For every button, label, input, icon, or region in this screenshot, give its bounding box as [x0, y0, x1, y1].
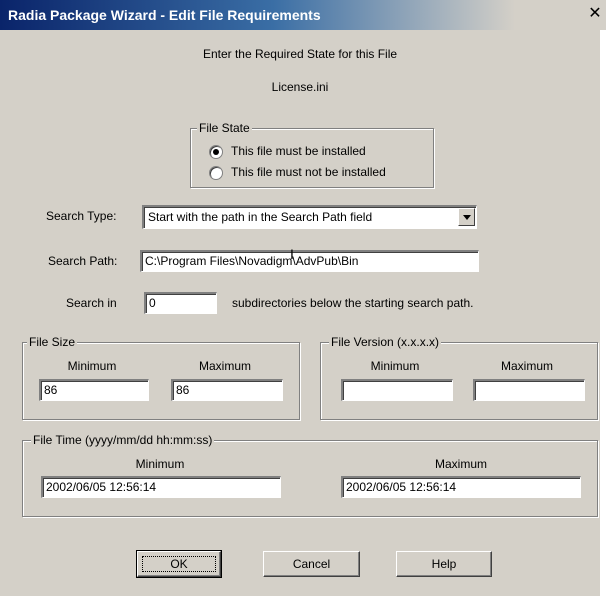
file-version-max-label: Maximum — [500, 359, 553, 373]
radio-must-be-installed[interactable] — [209, 145, 223, 159]
radio-must-not-be-installed[interactable] — [209, 166, 223, 180]
window-edge — [600, 30, 606, 596]
file-time-min-input[interactable]: 2002/06/05 12:56:14 — [41, 476, 281, 498]
file-time-min-label: Minimum — [135, 457, 185, 471]
search-depth-input[interactable]: 0 — [144, 292, 217, 314]
file-size-min-input[interactable]: 86 — [39, 379, 149, 401]
close-icon[interactable]: ✕ — [586, 4, 604, 24]
search-path-label: Search Path: — [48, 254, 118, 268]
help-button-label: Help — [431, 557, 457, 571]
file-state-group: File State This file must be installed T… — [190, 121, 434, 188]
search-type-dropdown[interactable]: Start with the path in the Search Path f… — [142, 205, 477, 229]
help-button[interactable]: Help — [396, 551, 492, 577]
file-size-group: File Size Minimum Maximum 86 86 — [22, 335, 300, 420]
file-time-legend: File Time (yyyy/mm/dd hh:mm:ss) — [31, 433, 215, 447]
cancel-button[interactable]: Cancel — [263, 551, 360, 577]
chevron-down-icon[interactable] — [458, 208, 475, 226]
search-type-value: Start with the path in the Search Path f… — [148, 210, 373, 224]
search-in-suffix: subdirectories below the starting search… — [232, 296, 474, 310]
focus-rect — [142, 556, 216, 572]
instruction-text: Enter the Required State for this File — [202, 47, 398, 61]
text-cursor-icon: I — [290, 246, 294, 262]
file-version-max-input[interactable] — [473, 379, 585, 401]
title-bar: Radia Package Wizard - Edit File Require… — [0, 0, 606, 30]
ok-button[interactable]: OK — [136, 550, 222, 578]
file-version-min-input[interactable] — [341, 379, 453, 401]
file-time-group: File Time (yyyy/mm/dd hh:mm:ss) Minimum … — [22, 433, 598, 517]
radio-must-be-installed-label: This file must be installed — [231, 144, 366, 158]
file-version-group: File Version (x.x.x.x) Minimum Maximum — [320, 335, 598, 420]
file-size-max-input[interactable]: 86 — [171, 379, 283, 401]
file-version-min-label: Minimum — [370, 359, 420, 373]
search-in-label: Search in — [66, 296, 117, 310]
file-time-max-label: Maximum — [434, 457, 487, 471]
file-state-legend: File State — [197, 121, 252, 135]
radio-must-not-be-installed-label: This file must not be installed — [231, 165, 386, 179]
cancel-button-label: Cancel — [292, 557, 331, 571]
file-name-label: License.ini — [271, 80, 329, 94]
search-path-input[interactable]: C:\Program Files\Novadigm\AdvPub\Bin — [140, 250, 479, 272]
search-type-label: Search Type: — [46, 209, 117, 223]
file-size-max-label: Maximum — [198, 359, 251, 373]
window-title: Radia Package Wizard - Edit File Require… — [8, 7, 321, 23]
file-time-max-input[interactable]: 2002/06/05 12:56:14 — [341, 476, 581, 498]
file-size-legend: File Size — [27, 335, 78, 349]
file-size-min-label: Minimum — [67, 359, 117, 373]
file-version-legend: File Version (x.x.x.x) — [329, 335, 442, 349]
